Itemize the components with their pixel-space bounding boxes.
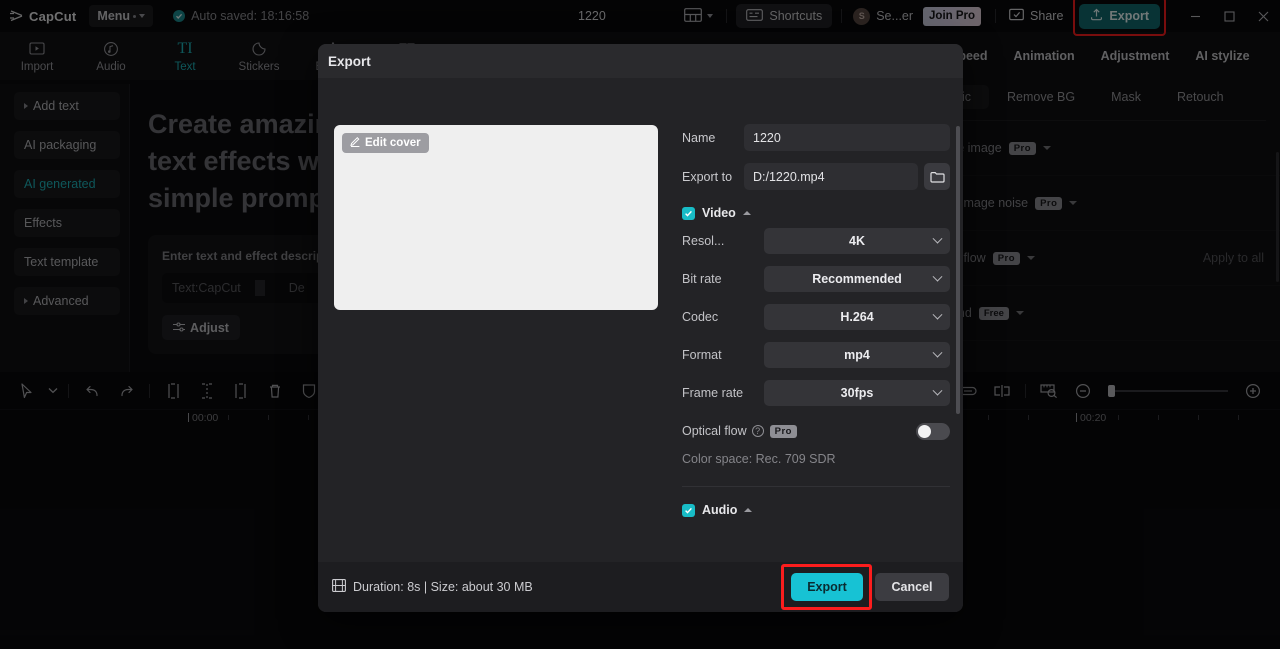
cover-preview[interactable]: Edit cover — [334, 125, 658, 310]
resolution-value: 4K — [849, 234, 865, 248]
frame-rate-label: Frame rate — [682, 386, 744, 400]
setting-codec: Codec H.264 — [682, 304, 950, 330]
chevron-down-icon — [932, 347, 943, 358]
field-name-row: Name 1220 — [682, 124, 950, 151]
codec-select[interactable]: H.264 — [764, 304, 950, 330]
export-settings-form: Name 1220 Export to D:/1220.mp4 Video Re… — [682, 124, 960, 525]
chevron-up-icon[interactable] — [744, 508, 753, 512]
edit-pencil-icon — [350, 136, 361, 150]
folder-icon[interactable] — [924, 163, 950, 190]
format-label: Format — [682, 348, 722, 362]
field-export-to-row: Export to D:/1220.mp4 — [682, 163, 950, 190]
setting-frame-rate: Frame rate 30fps — [682, 380, 950, 406]
duration-text: Duration: 8s | Size: about 30 MB — [353, 580, 533, 594]
export-dialog: Export Edit cover Name 1220 Export to D:… — [318, 44, 963, 612]
bit-rate-select[interactable]: Recommended — [764, 266, 950, 292]
audio-section-title: Audio — [702, 503, 738, 517]
bit-rate-value: Recommended — [812, 272, 902, 286]
capcut-window: Import Audio TI Text Stickers Effects — [0, 0, 1280, 649]
frame-rate-select[interactable]: 30fps — [764, 380, 950, 406]
dialog-export-button[interactable]: Export — [791, 573, 863, 601]
audio-checkbox[interactable] — [682, 503, 695, 517]
dialog-title: Export — [318, 44, 963, 78]
film-icon — [332, 579, 346, 595]
export-to-label: Export to — [682, 169, 733, 184]
resolution-select[interactable]: 4K — [764, 228, 950, 254]
setting-resolution: Resol... 4K — [682, 228, 950, 254]
dialog-body: Edit cover Name 1220 Export to D:/1220.m… — [318, 78, 963, 576]
toggle-knob — [918, 424, 931, 438]
dialog-actions: Export Cancel — [781, 564, 949, 610]
audio-section-header: Audio — [682, 503, 950, 517]
optical-flow-label: Optical flow — [682, 424, 747, 438]
edit-cover-button[interactable]: Edit cover — [342, 133, 429, 153]
chevron-up-icon[interactable] — [742, 211, 751, 215]
dialog-cancel-button[interactable]: Cancel — [875, 573, 949, 601]
frame-rate-value: 30fps — [840, 386, 874, 400]
setting-format: Format mp4 — [682, 342, 950, 368]
video-checkbox[interactable] — [682, 206, 695, 220]
export-path-input[interactable]: D:/1220.mp4 — [744, 163, 918, 190]
form-scrollbar[interactable] — [956, 126, 960, 414]
name-label: Name — [682, 130, 716, 145]
bit-rate-label: Bit rate — [682, 272, 722, 286]
color-space-label: Color space: Rec. 709 SDR — [682, 452, 836, 466]
edit-cover-label: Edit cover — [365, 137, 421, 149]
video-section-title: Video — [702, 206, 736, 220]
video-section-header: Video — [682, 206, 950, 220]
chevron-down-icon — [932, 271, 943, 282]
chevron-down-icon — [932, 385, 943, 396]
help-icon[interactable]: ? — [751, 425, 764, 437]
chevron-down-icon — [932, 233, 943, 244]
pro-badge: Pro — [769, 424, 797, 438]
chevron-down-icon — [932, 309, 943, 320]
dialog-footer: Duration: 8s | Size: about 30 MB Export … — [318, 562, 963, 612]
setting-optical-flow: Optical flow ? Pro — [682, 418, 950, 444]
duration-info: Duration: 8s | Size: about 30 MB — [332, 579, 533, 595]
format-value: mp4 — [844, 348, 870, 362]
optical-flow-toggle[interactable] — [916, 422, 950, 440]
resolution-label: Resol... — [682, 234, 725, 248]
setting-bit-rate: Bit rate Recommended — [682, 266, 950, 292]
codec-value: H.264 — [840, 310, 874, 324]
codec-label: Codec — [682, 310, 719, 324]
form-divider — [682, 486, 950, 487]
name-input[interactable]: 1220 — [744, 124, 950, 151]
format-select[interactable]: mp4 — [764, 342, 950, 368]
